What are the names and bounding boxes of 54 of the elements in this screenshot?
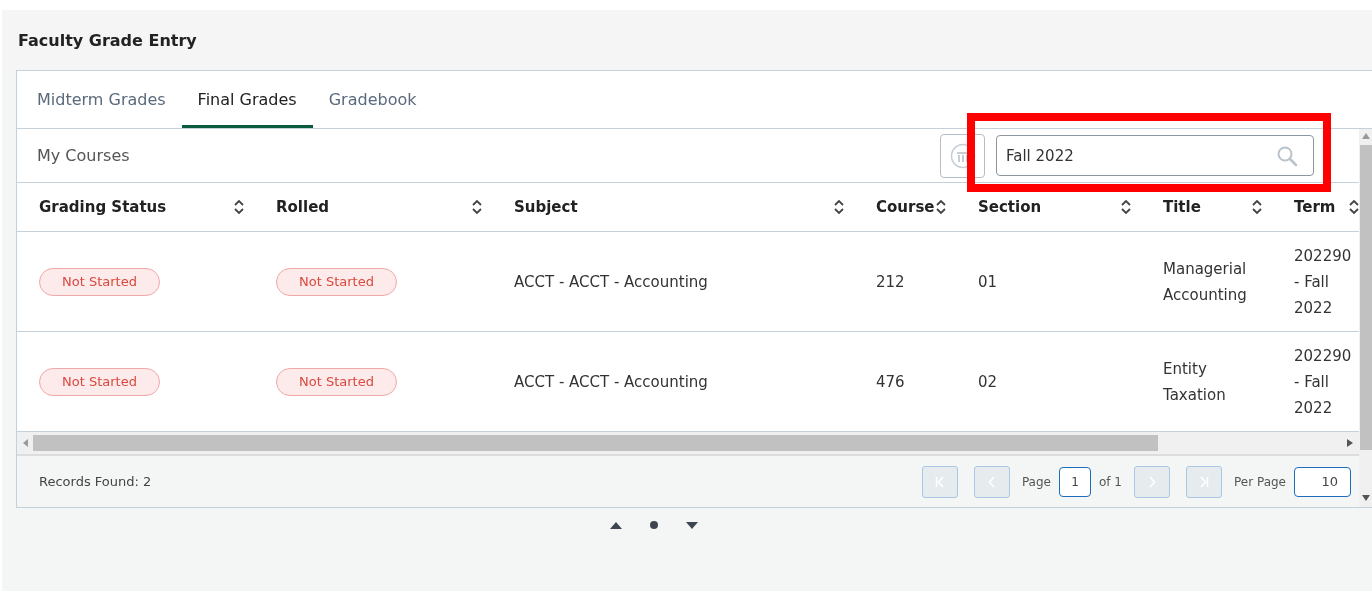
table-cell-text: 01 — [978, 271, 998, 293]
sort-icon[interactable] — [472, 199, 482, 215]
per-page-label: Per Page — [1234, 474, 1286, 489]
column-header[interactable]: Term — [1294, 198, 1336, 216]
per-page-input[interactable]: 10 — [1294, 466, 1351, 497]
table-cell-text: 202290 - Fall 2022 — [1294, 345, 1353, 419]
page-title: Faculty Grade Entry — [18, 30, 197, 50]
table-cell-text: Managerial Accounting — [1163, 258, 1248, 306]
table-cell-text: ACCT - ACCT - Accounting — [514, 271, 708, 293]
status-badge: Not Started — [276, 367, 397, 396]
column-header[interactable]: Subject — [514, 198, 578, 216]
sort-icon[interactable] — [1252, 199, 1262, 215]
records-count: Records Found: 2 — [39, 474, 153, 489]
horizontal-scrollbar[interactable] — [17, 432, 1359, 456]
table-cell-text: 202290 - Fall 2022 — [1294, 245, 1353, 319]
sort-icon[interactable] — [936, 199, 946, 215]
dot-icon[interactable] — [650, 521, 658, 529]
table-cell-text: 212 — [876, 271, 905, 293]
status-badge: Not Started — [39, 367, 160, 396]
table-cell-text: Entity Taxation — [1163, 358, 1227, 406]
tab[interactable]: Final Grades — [181, 71, 313, 128]
scroll-right-icon[interactable] — [1347, 439, 1353, 447]
table-cell-text: ACCT - ACCT - Accounting — [514, 371, 708, 393]
search-icon — [1276, 145, 1298, 167]
table-cell-text: 02 — [978, 371, 998, 393]
sort-icon[interactable] — [234, 199, 244, 215]
search-field[interactable]: Fall 2022 — [996, 135, 1314, 176]
page-label: Page — [1021, 474, 1051, 489]
vertical-scrollbar[interactable] — [1359, 129, 1372, 507]
column-header[interactable]: Title — [1163, 198, 1201, 216]
collapse-icon[interactable] — [610, 521, 622, 529]
status-badge: Not Started — [276, 267, 397, 296]
scrollbar-thumb[interactable] — [1359, 145, 1372, 450]
chevron-right-icon — [1147, 475, 1157, 488]
column-header[interactable]: Rolled — [276, 198, 330, 216]
scrollbar-thumb[interactable] — [33, 435, 1158, 451]
expand-icon[interactable] — [686, 521, 698, 529]
last-page-icon — [1199, 475, 1209, 488]
column-header[interactable]: Course — [876, 198, 935, 216]
first-page-icon — [934, 475, 945, 488]
scroll-down-icon[interactable] — [1361, 495, 1370, 501]
tab[interactable]: Midterm Grades — [21, 71, 182, 128]
section-title: My Courses — [36, 146, 131, 165]
page-count: of 1 — [1099, 474, 1122, 489]
page-input[interactable]: 1 — [1059, 466, 1091, 497]
chevron-left-icon — [986, 475, 997, 488]
column-header[interactable]: Section — [978, 198, 1042, 216]
status-badge: Not Started — [39, 267, 160, 296]
sort-icon[interactable] — [1121, 199, 1131, 215]
sort-icon[interactable] — [1349, 199, 1359, 215]
table-cell-text: 476 — [876, 371, 905, 393]
column-header[interactable]: Grading Status — [39, 198, 167, 216]
sort-icon[interactable] — [834, 199, 844, 215]
tab[interactable]: Gradebook — [312, 71, 433, 128]
